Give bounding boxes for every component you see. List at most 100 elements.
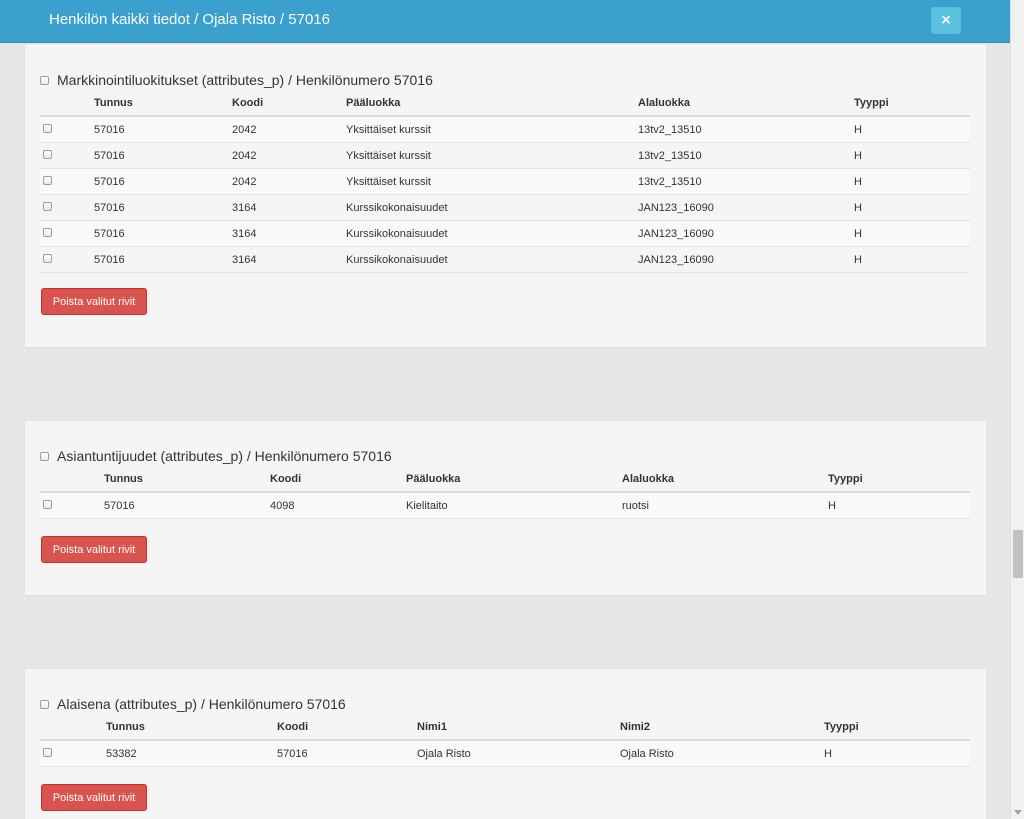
cell-tyyppi: H [824,740,970,767]
cell-alaluokka: JAN123_16090 [638,246,854,273]
section-title: Markkinointiluokitukset (attributes_p) /… [57,72,433,88]
row-checkbox[interactable] [43,499,52,509]
section-header: Alaisena (attributes_p) / Henkilönumero … [40,694,346,714]
cell-tunnus: 57016 [94,168,232,195]
scrollbar-thumb[interactable] [1013,530,1023,578]
row-checkbox[interactable] [43,201,52,211]
cell-koodi: 3164 [232,246,346,273]
table-row: 57016 2042 Yksittäiset kurssit 13tv2_13510 H [40,116,970,143]
data-table: Tunnus Koodi Pääluokka Alaluokka Tyyppi … [40,91,970,273]
cell-tunnus: 57016 [94,116,232,143]
column-header: Koodi [232,91,346,117]
column-header: Pääluokka [406,467,622,493]
cell-koodi: 3164 [232,220,346,247]
close-button[interactable]: × [931,7,961,34]
cell-tunnus: 57016 [94,220,232,247]
column-header: Tyyppi [828,467,970,493]
column-header: Nimi2 [620,715,824,741]
cell-tyyppi: H [854,142,970,169]
cell-tyyppi: H [854,116,970,143]
delete-selected-button[interactable]: Poista valitut rivit [41,288,147,315]
section-title: Asiantuntijuudet (attributes_p) / Henkil… [57,448,392,464]
row-checkbox[interactable] [43,227,52,237]
column-header: Tunnus [94,91,232,117]
cell-koodi: 2042 [232,168,346,195]
table-row: 53382 57016 Ojala Risto Ojala Risto H [40,740,970,767]
cell-paaluokka: Kurssikokonaisuudet [346,246,638,273]
column-header: Alaluokka [622,467,828,493]
table-header-row: Tunnus Koodi Pääluokka Alaluokka Tyyppi [40,467,970,493]
cell-alaluokka: 13tv2_13510 [638,168,854,195]
cell-tunnus: 57016 [104,492,270,519]
cell-paaluokka: Kielitaito [406,492,622,519]
cell-tunnus: 57016 [94,142,232,169]
cell-tyyppi: H [854,246,970,273]
close-icon: × [940,12,952,28]
cell-paaluokka: Kurssikokonaisuudet [346,194,638,221]
column-header: Pääluokka [346,91,638,117]
cell-paaluokka: Kurssikokonaisuudet [346,220,638,247]
scroll-down-arrow-icon[interactable] [1014,810,1022,815]
row-checkbox[interactable] [43,253,52,263]
modal-body: Markkinointiluokitukset (attributes_p) /… [0,43,1010,819]
table-row: 57016 3164 Kurssikokonaisuudet JAN123_16090… [40,220,970,247]
cell-koodi: 3164 [232,194,346,221]
select-all-checkbox[interactable] [40,451,49,461]
table-row: 57016 3164 Kurssikokonaisuudet JAN123_16090… [40,246,970,273]
cell-tyyppi: H [854,194,970,221]
table-header-row: Tunnus Koodi Pääluokka Alaluokka Tyyppi [40,91,970,117]
section-header: Markkinointiluokitukset (attributes_p) /… [40,70,433,90]
table-header-row: Tunnus Koodi Nimi1 Nimi2 Tyyppi [40,715,970,741]
table-row: 57016 2042 Yksittäiset kurssit 13tv2_13510 H [40,142,970,169]
row-checkbox[interactable] [43,747,52,757]
select-all-checkbox[interactable] [40,699,49,709]
scrollbar[interactable] [1010,0,1024,819]
cell-alaluokka: ruotsi [622,492,828,519]
row-checkbox[interactable] [43,149,52,159]
column-header: Tunnus [106,715,277,741]
section-title: Alaisena (attributes_p) / Henkilönumero … [57,696,346,712]
column-header: Koodi [270,467,406,493]
column-header: Alaluokka [638,91,854,117]
cell-paaluokka: Yksittäiset kurssit [346,116,638,143]
row-checkbox[interactable] [43,175,52,185]
section-markkinointiluokitukset: Markkinointiluokitukset (attributes_p) /… [25,45,986,347]
cell-tyyppi: H [854,220,970,247]
section-header: Asiantuntijuudet (attributes_p) / Henkil… [40,446,392,466]
modal-title: Henkilön kaikki tiedot / Ojala Risto / 5… [49,11,330,28]
data-table: Tunnus Koodi Pääluokka Alaluokka Tyyppi … [40,467,970,519]
cell-tyyppi: H [828,492,970,519]
cell-koodi: 57016 [277,740,417,767]
column-header: Tunnus [104,467,270,493]
data-table: Tunnus Koodi Nimi1 Nimi2 Tyyppi 53382 570… [40,715,970,767]
section-alaisena: Alaisena (attributes_p) / Henkilönumero … [25,669,986,819]
column-header: Tyyppi [854,91,970,117]
cell-tyyppi: H [854,168,970,195]
cell-alaluokka: 13tv2_13510 [638,116,854,143]
delete-selected-button[interactable]: Poista valitut rivit [41,536,147,563]
table-row: 57016 3164 Kurssikokonaisuudet JAN123_16090… [40,194,970,221]
section-asiantuntijuudet: Asiantuntijuudet (attributes_p) / Henkil… [25,421,986,595]
column-header: Koodi [277,715,417,741]
cell-tunnus: 53382 [106,740,277,767]
cell-koodi: 4098 [270,492,406,519]
cell-nimi1: Ojala Risto [417,740,620,767]
column-header: Tyyppi [824,715,970,741]
cell-alaluokka: 13tv2_13510 [638,142,854,169]
column-header: Nimi1 [417,715,620,741]
cell-nimi2: Ojala Risto [620,740,824,767]
cell-koodi: 2042 [232,142,346,169]
cell-tunnus: 57016 [94,246,232,273]
cell-tunnus: 57016 [94,194,232,221]
row-checkbox[interactable] [43,123,52,133]
table-row: 57016 2042 Yksittäiset kurssit 13tv2_13510 H [40,168,970,195]
cell-koodi: 2042 [232,116,346,143]
delete-selected-button[interactable]: Poista valitut rivit [41,784,147,811]
cell-paaluokka: Yksittäiset kurssit [346,142,638,169]
cell-alaluokka: JAN123_16090 [638,220,854,247]
cell-paaluokka: Yksittäiset kurssit [346,168,638,195]
cell-alaluokka: JAN123_16090 [638,194,854,221]
table-row: 57016 4098 Kielitaito ruotsi H [40,492,970,519]
select-all-checkbox[interactable] [40,75,49,85]
modal-header: Henkilön kaikki tiedot / Ojala Risto / 5… [0,0,1010,43]
